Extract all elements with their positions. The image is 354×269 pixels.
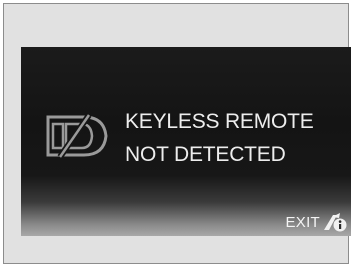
exit-button[interactable]: EXIT <box>285 211 347 233</box>
exit-info-icon <box>324 213 347 232</box>
exit-label: EXIT <box>285 213 320 231</box>
message-line-2: NOT DETECTED <box>125 143 286 166</box>
warning-message: KEYLESS REMOTE NOT DETECTED <box>125 105 347 171</box>
keyless-remote-icon <box>46 113 108 159</box>
message-line-1: KEYLESS REMOTE <box>125 110 314 133</box>
info-display-screen: KEYLESS REMOTE NOT DETECTED EXIT <box>21 47 351 236</box>
display-panel-frame: KEYLESS REMOTE NOT DETECTED EXIT <box>3 3 351 264</box>
